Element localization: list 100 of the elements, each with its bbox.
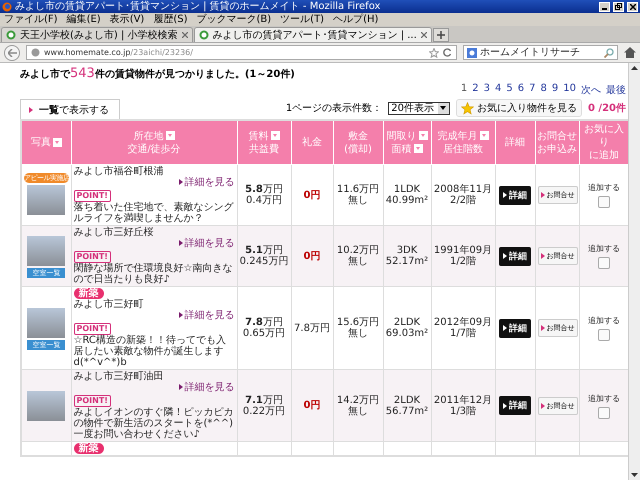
- key-money-value: 0円: [302, 400, 322, 411]
- per-page-select[interactable]: 20件表示: [388, 102, 450, 114]
- plus-icon: [436, 31, 445, 39]
- menu-item[interactable]: 表示(V): [110, 14, 144, 26]
- amortization-value: 無し: [347, 406, 369, 416]
- favorite-checkbox[interactable]: [598, 196, 610, 208]
- minimize-button[interactable]: [599, 2, 610, 12]
- page-link[interactable]: 4: [495, 83, 502, 97]
- globe-icon: [31, 48, 40, 57]
- rent-value: 7.1万円: [244, 394, 284, 406]
- menu-item[interactable]: ツール(T): [280, 14, 324, 26]
- detail-link[interactable]: 詳細を見る: [74, 382, 234, 393]
- page-link[interactable]: 6: [518, 83, 524, 97]
- new-badge: 新築: [74, 443, 104, 454]
- area-value: 56.77m²: [386, 406, 428, 416]
- fee-value: 0.245万円: [240, 256, 288, 267]
- rent-value: 5.8万円: [244, 184, 284, 195]
- property-address: みよし市三好町油田: [74, 371, 164, 382]
- floor-value: 2/2階: [448, 195, 478, 206]
- area-value: 69.03m²: [386, 328, 428, 339]
- fee-value: 0.4万円: [245, 195, 283, 206]
- rent-value: 7.8万円: [244, 317, 284, 328]
- close-button[interactable]: [627, 2, 638, 12]
- add-favorite-label: 追加する: [586, 392, 621, 404]
- fee-value: 0.22万円: [242, 406, 286, 416]
- floor-value: 1/7階: [448, 328, 478, 339]
- rent-value: 5.1万円: [244, 245, 284, 256]
- add-favorite-label: 追加する: [586, 315, 621, 326]
- property-comment: ☆RC構造の新築！！待ってでも入居したい素敵な物件が誕生しますd(*^v^*)b: [74, 335, 227, 368]
- address-bar[interactable]: www.homemate.co.jp/23aichi/23236/: [26, 45, 457, 60]
- amortization-value: 無し: [347, 256, 369, 267]
- photo-placeholder: [27, 185, 66, 215]
- new-badge: 新築: [74, 288, 104, 299]
- point-badge: POINT!: [74, 251, 111, 263]
- property-address: みよし市三好町: [74, 299, 144, 310]
- new-tab-button[interactable]: [432, 28, 449, 42]
- page-link[interactable]: 1: [460, 83, 468, 97]
- page-link[interactable]: 次へ: [581, 83, 601, 97]
- browser-tab[interactable]: みよし市の賃貸アパート･賃貸マンション | ...: [194, 27, 432, 42]
- search-field[interactable]: ホームメイトリサーチ: [463, 45, 618, 60]
- property-address: みよし市福谷町根浦: [74, 166, 164, 177]
- layout-value: 1LDK: [392, 184, 422, 195]
- key-money-value: 7.8万円: [294, 322, 330, 334]
- deposit-value: 10.2万円: [336, 245, 380, 256]
- page-link[interactable]: 10: [563, 83, 576, 97]
- favorite-checkbox[interactable]: [598, 329, 610, 341]
- home-icon[interactable]: [624, 47, 636, 58]
- property-comment: 落ち着いた住宅地で、素敵なシングルライフを満喫しませんか？: [74, 202, 234, 224]
- page-link[interactable]: 2: [472, 83, 479, 97]
- favorite-checkbox[interactable]: [598, 257, 610, 269]
- property-address: みよし市三好丘桜: [74, 227, 154, 238]
- key-money-value: 0円: [302, 250, 322, 262]
- back-arrow-icon: [8, 48, 16, 56]
- per-page-label: 1ページの表示件数：: [286, 102, 382, 115]
- point-badge: POINT!: [74, 323, 111, 335]
- search-engine-icon: [467, 48, 477, 58]
- floor-value: 1/3階: [448, 406, 478, 416]
- search-icon: [604, 48, 614, 58]
- point-badge: POINT!: [74, 395, 111, 407]
- floor-value: 1/2階: [448, 256, 478, 267]
- menu-item[interactable]: ファイル(F): [4, 14, 58, 26]
- restore-button[interactable]: [613, 2, 624, 12]
- list-view-tab[interactable]: 一覧で表示する: [20, 99, 120, 119]
- menu-item[interactable]: 編集(E): [66, 14, 101, 26]
- window-title: みよし市の賃貸アパート･賃貸マンション | 賃貸のホームメイト - Mozilla Firefox: [15, 0, 382, 12]
- browser-logo-icon: [2, 2, 12, 12]
- fee-value: 0.65万円: [242, 328, 286, 339]
- page-link[interactable]: 5: [506, 83, 513, 97]
- favorite-checkbox[interactable]: [598, 406, 610, 418]
- layout-value: 2LDK: [392, 394, 422, 406]
- star-icon: [460, 102, 474, 114]
- browser-tab[interactable]: 天王小学校(みよし市) | 小学校検索: [1, 27, 193, 42]
- page-link[interactable]: 8: [540, 83, 547, 97]
- detail-link[interactable]: 詳細を見る: [74, 238, 234, 249]
- detail-button[interactable]: 詳細: [499, 186, 531, 204]
- page-link[interactable]: 最後: [606, 83, 626, 97]
- layout-value: 3DK: [396, 245, 418, 256]
- detail-link[interactable]: 詳細を見る: [74, 310, 234, 321]
- deposit-value: 11.6万円: [336, 184, 380, 195]
- detail-button[interactable]: 詳細: [499, 246, 531, 266]
- menu-item[interactable]: 履歴(S): [153, 14, 188, 26]
- photo-placeholder: [27, 390, 66, 420]
- back-button[interactable]: [4, 44, 20, 60]
- favorites-button[interactable]: お気に入り物件を見る: [456, 99, 582, 117]
- add-favorite-label: 追加する: [586, 182, 621, 193]
- detail-link[interactable]: 詳細を見る: [74, 177, 234, 188]
- menu-item[interactable]: ブックマーク(B): [196, 14, 272, 26]
- deposit-value: 15.6万円: [336, 317, 380, 328]
- page-link[interactable]: 3: [484, 83, 490, 97]
- page-link[interactable]: 9: [552, 83, 558, 97]
- photo-placeholder: [27, 308, 66, 338]
- favicon-icon: [6, 30, 16, 40]
- built-date: 2011年12月: [434, 394, 492, 406]
- menu-item[interactable]: ヘルプ(H): [333, 14, 378, 26]
- built-date: 1991年09月: [434, 245, 492, 256]
- detail-button[interactable]: 詳細: [499, 318, 531, 338]
- detail-button[interactable]: 詳細: [499, 396, 531, 415]
- page-link[interactable]: 7: [529, 83, 536, 97]
- photo-placeholder: [27, 236, 66, 266]
- amortization-value: 無し: [347, 328, 369, 339]
